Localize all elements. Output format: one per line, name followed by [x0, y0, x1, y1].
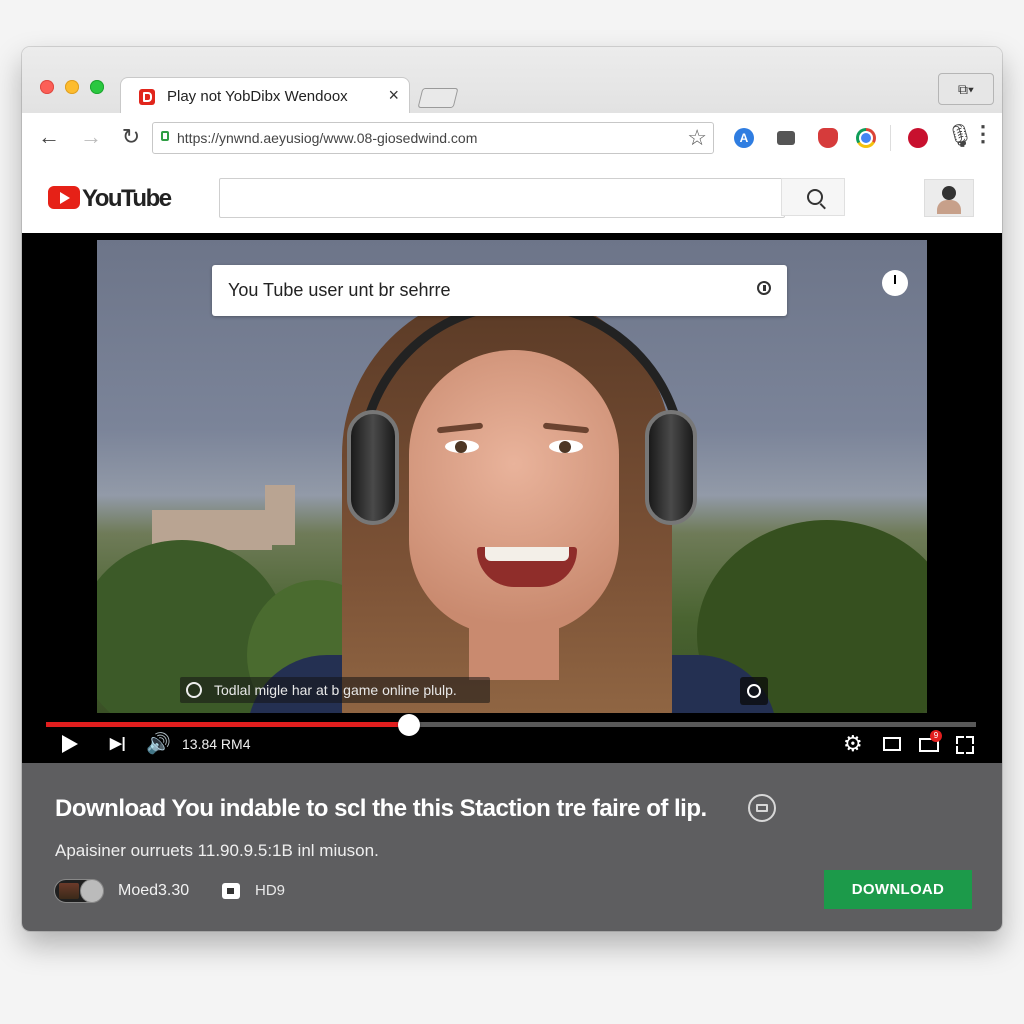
lock-icon: [161, 131, 169, 141]
download-info-panel: Download You indable to scl the this Sta…: [22, 763, 1002, 931]
address-bar[interactable]: https://ynwnd.aeyusiog/www.08-giosedwind…: [152, 122, 714, 154]
maximize-window-button[interactable]: [90, 80, 104, 94]
shield-extension-icon[interactable]: [818, 128, 838, 148]
play-icon[interactable]: [62, 735, 78, 753]
minimize-window-button[interactable]: [65, 80, 79, 94]
video-player[interactable]: You Tube user unt br sehrre ➦ Todlal mig…: [22, 233, 1002, 763]
search-button[interactable]: [781, 178, 845, 216]
url-text[interactable]: https://ynwnd.aeyusiog/www.08-giosedwind…: [177, 130, 477, 146]
browser-menu-icon[interactable]: ⋮: [972, 121, 994, 147]
overlay-search-text: You Tube user unt br sehrre: [228, 280, 451, 300]
settings-gear-icon[interactable]: ⚙: [843, 732, 863, 756]
toggle-thumb: [80, 879, 104, 903]
info-icon[interactable]: [757, 281, 771, 295]
extension-a-icon[interactable]: A: [734, 128, 754, 148]
microphone-icon[interactable]: 🎙: [946, 123, 974, 149]
caption-text: Todlal migle har at b game online plulp.: [214, 682, 457, 698]
browser-toolbar: ← → ↻ https://ynwnd.aeyusiog/www.08-gios…: [22, 113, 1002, 164]
tab-close-icon[interactable]: ×: [388, 85, 399, 106]
caption-logo-icon: [186, 682, 202, 698]
chrome-icon[interactable]: [856, 128, 876, 148]
watch-later-clock-icon[interactable]: [882, 270, 908, 296]
close-window-button[interactable]: [40, 80, 54, 94]
mode-toggle[interactable]: [54, 879, 104, 903]
briefcase-extension-icon[interactable]: [777, 131, 795, 145]
title-bar: Play not YobDibx Wendoox × ⧉▾: [22, 47, 1002, 115]
overlay-search-box[interactable]: You Tube user unt br sehrre: [212, 265, 787, 316]
download-title: Download You indable to scl the this Sta…: [55, 795, 707, 822]
time-display: 13.84 RM4: [182, 736, 251, 752]
back-arrow-icon[interactable]: ←: [36, 124, 62, 150]
toolbar-divider: [890, 125, 891, 151]
progress-bar[interactable]: [46, 714, 976, 736]
youtube-logo-text: YouTube: [82, 185, 172, 212]
quality-label: HD9: [255, 882, 286, 899]
circle-button-icon[interactable]: [740, 677, 768, 705]
window-menu-button[interactable]: ⧉▾: [938, 73, 994, 105]
background-tower: [265, 485, 295, 545]
browser-window: Play not YobDibx Wendoox × ⧉▾ ← → ↻ http…: [22, 47, 1002, 931]
video-frame[interactable]: You Tube user unt br sehrre ➦ Todlal mig…: [97, 240, 927, 713]
hd-quality-icon[interactable]: [222, 883, 240, 899]
reload-icon[interactable]: ↻: [118, 124, 144, 150]
mode-label: Moed3.30: [118, 882, 190, 899]
progress-fill: [46, 722, 409, 727]
download-button[interactable]: DOWNLOAD: [824, 870, 972, 909]
fullscreen-icon[interactable]: [956, 736, 974, 754]
youtube-play-logo-icon: [48, 186, 80, 209]
bookmark-star-icon[interactable]: ☆: [687, 125, 707, 151]
forward-arrow-icon[interactable]: →: [78, 124, 104, 150]
headphones-left-cup: [347, 410, 399, 525]
avatar[interactable]: [924, 179, 974, 217]
avatar-body: [937, 200, 961, 214]
miniplayer-icon[interactable]: [883, 737, 901, 751]
new-tab-button[interactable]: [417, 88, 459, 108]
browser-tab[interactable]: Play not YobDibx Wendoox ×: [120, 77, 410, 115]
headphones-right-cup: [645, 410, 697, 525]
next-icon[interactable]: ▶|: [110, 732, 126, 756]
search-icon: [807, 189, 823, 205]
avatar-head: [942, 186, 956, 200]
notification-badge: 9: [930, 730, 942, 742]
volume-icon[interactable]: 🔊: [146, 732, 171, 756]
search-input[interactable]: [219, 178, 785, 218]
progress-handle[interactable]: [397, 714, 420, 736]
youtube-header: YouTube: [22, 163, 1002, 233]
caption-bar: Todlal migle har at b game online plulp.: [180, 677, 490, 703]
mail-icon[interactable]: [748, 794, 776, 822]
youtube-favicon-icon: [139, 89, 155, 105]
download-subtitle: Apaisiner ourruets 11.90.9.5:1B inl mius…: [55, 841, 379, 860]
red-extension-icon[interactable]: [908, 128, 928, 148]
tab-title: Play not YobDibx Wendoox: [167, 88, 348, 105]
thumbnail-icon: [59, 883, 79, 899]
